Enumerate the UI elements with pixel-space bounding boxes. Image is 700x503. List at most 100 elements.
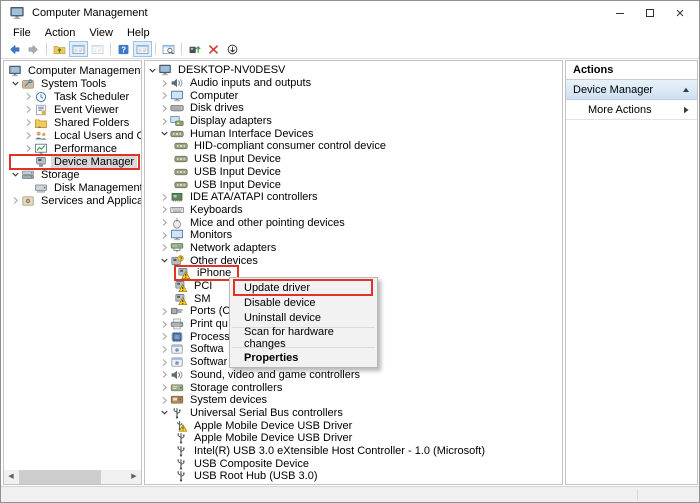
- expander-collapsed-icon[interactable]: [23, 92, 34, 101]
- device-tree-item-human-interface-devices[interactable]: Human Interface Devices: [145, 127, 562, 140]
- expander-collapsed-icon[interactable]: [23, 144, 34, 153]
- device-tree-item-label: PCI: [191, 280, 215, 292]
- console-tree-item-computer-management-local[interactable]: Computer Management (Local: [4, 64, 141, 77]
- device-tree-item-hid-compliant-consumer-control-device[interactable]: HID-compliant consumer control device: [145, 140, 562, 153]
- device-tree-item-display-adapters[interactable]: Display adapters: [145, 115, 562, 128]
- console-tree-item-event-viewer[interactable]: Event Viewer: [4, 103, 141, 116]
- expander-expanded-icon[interactable]: [159, 256, 170, 265]
- device-tree-item-audio-inputs-and-outputs[interactable]: Audio inputs and outputs: [145, 77, 562, 90]
- actions-section-device-manager[interactable]: Device Manager: [566, 80, 697, 100]
- warn-device-icon: [174, 280, 188, 292]
- expander-collapsed-icon[interactable]: [159, 193, 170, 202]
- console-tree-item-performance[interactable]: Performance: [4, 142, 141, 155]
- device-tree-item-usb-input-device[interactable]: USB Input Device: [145, 153, 562, 166]
- device-tree-item-system-devices[interactable]: System devices: [145, 394, 562, 407]
- device-tree-item-apple-mobile-device-usb-driver[interactable]: Apple Mobile Device USB Driver: [145, 432, 562, 445]
- expander-expanded-icon[interactable]: [147, 66, 158, 75]
- console-tree-item-storage[interactable]: Storage: [4, 168, 141, 181]
- device-tree-item-usb-input-device[interactable]: USB Input Device: [145, 178, 562, 191]
- up-one-level-button[interactable]: [50, 41, 69, 57]
- left-pane-hscrollbar[interactable]: ◀ ▶: [4, 470, 141, 484]
- device-tree-item-apple-mobile-device-usb-driver[interactable]: Apple Mobile Device USB Driver: [145, 419, 562, 432]
- console-window-button[interactable]: [159, 41, 178, 57]
- maximize-button[interactable]: [635, 1, 665, 25]
- expander-collapsed-icon[interactable]: [159, 205, 170, 214]
- update-driver-button[interactable]: [185, 41, 204, 57]
- disable-device-button[interactable]: [223, 41, 242, 57]
- collapse-section-icon[interactable]: [682, 86, 690, 94]
- expander-collapsed-icon[interactable]: [159, 370, 170, 379]
- expander-collapsed-icon[interactable]: [23, 105, 34, 114]
- console-tree-item-services-and-applications[interactable]: Services and Applications: [4, 194, 141, 207]
- expander-collapsed-icon[interactable]: [23, 118, 34, 127]
- scroll-left-arrow[interactable]: ◀: [4, 470, 18, 484]
- show-action-pane-toggle[interactable]: [133, 41, 152, 57]
- expander-collapsed-icon[interactable]: [159, 91, 170, 100]
- titlebar[interactable]: Computer Management: [1, 1, 699, 25]
- console-tree-item-local-users-and-groups[interactable]: Local Users and Groups: [4, 129, 141, 142]
- expander-collapsed-icon[interactable]: [159, 231, 170, 240]
- expander-expanded-icon[interactable]: [10, 79, 21, 88]
- expander-collapsed-icon[interactable]: [159, 243, 170, 252]
- device-tree-item-sound-video-and-game-controllers[interactable]: Sound, video and game controllers: [145, 369, 562, 382]
- device-tree-item-mice-and-other-pointing-devices[interactable]: Mice and other pointing devices: [145, 216, 562, 229]
- expander-collapsed-icon[interactable]: [159, 383, 170, 392]
- expander-collapsed-icon[interactable]: [159, 117, 170, 126]
- scroll-right-arrow[interactable]: ▶: [127, 470, 141, 484]
- context-menu-item-properties[interactable]: Properties: [230, 350, 377, 365]
- device-tree-item-desktop-nv0desv[interactable]: DESKTOP-NV0DESV: [145, 64, 562, 77]
- expander-collapsed-icon[interactable]: [159, 396, 170, 405]
- back-button[interactable]: [5, 41, 24, 57]
- expander-collapsed-icon[interactable]: [159, 332, 170, 341]
- forward-button[interactable]: [24, 41, 43, 57]
- computer-management-window: Computer Management FileActionViewHelp ?…: [0, 0, 700, 503]
- context-menu-item-scan-for-hardware-changes[interactable]: Scan for hardware changes: [230, 330, 377, 345]
- menu-view[interactable]: View: [82, 25, 120, 40]
- context-menu-item-update-driver[interactable]: Update driver: [230, 280, 377, 295]
- uninstall-device-button[interactable]: [204, 41, 223, 57]
- device-tree-item-usb-composite-device[interactable]: USB Composite Device: [145, 457, 562, 470]
- console-tree-item-shared-folders[interactable]: Shared Folders: [4, 116, 141, 129]
- device-tree-item-keyboards[interactable]: Keyboards: [145, 204, 562, 217]
- expander-collapsed-icon[interactable]: [159, 345, 170, 354]
- device-tree-item-universal-serial-bus-controllers[interactable]: Universal Serial Bus controllers: [145, 407, 562, 420]
- device-tree-item-ide-ata-atapi-controllers[interactable]: IDE ATA/ATAPI controllers: [145, 191, 562, 204]
- device-tree-item-computer[interactable]: Computer: [145, 89, 562, 102]
- device-tree-item-monitors[interactable]: Monitors: [145, 229, 562, 242]
- console-tree-item-system-tools[interactable]: System Tools: [4, 77, 141, 90]
- show-console-tree-toggle[interactable]: [69, 41, 88, 57]
- menu-help[interactable]: Help: [120, 25, 157, 40]
- menu-action[interactable]: Action: [38, 25, 83, 40]
- expander-collapsed-icon[interactable]: [159, 218, 170, 227]
- expander-expanded-icon[interactable]: [159, 129, 170, 138]
- device-tree-item-disk-drives[interactable]: Disk drives: [145, 102, 562, 115]
- expander-collapsed-icon[interactable]: [159, 307, 170, 316]
- device-tree-item-intel-r-usb-3-0-extensible-host-controller[interactable]: Intel(R) USB 3.0 eXtensible Host Control…: [145, 445, 562, 458]
- expander-collapsed-icon[interactable]: [159, 79, 170, 88]
- usb-warn-icon: [174, 420, 188, 432]
- console-tree-item-task-scheduler[interactable]: Task Scheduler: [4, 90, 141, 103]
- expander-collapsed-icon[interactable]: [159, 104, 170, 113]
- device-tree-item-label: Monitors: [187, 229, 235, 241]
- context-menu-item-disable-device[interactable]: Disable device: [230, 295, 377, 310]
- more-actions-item[interactable]: More Actions: [566, 100, 697, 120]
- close-button[interactable]: [665, 1, 695, 25]
- context-menu-item-uninstall-device[interactable]: Uninstall device: [230, 310, 377, 325]
- console-tree-item-disk-management[interactable]: Disk Management: [4, 181, 141, 194]
- expander-collapsed-icon[interactable]: [159, 320, 170, 329]
- device-tree-item-label: USB Input Device: [191, 179, 284, 191]
- device-tree-item-usb-root-hub-usb-3-0[interactable]: USB Root Hub (USB 3.0): [145, 470, 562, 483]
- help-button[interactable]: ?: [114, 41, 133, 57]
- menu-file[interactable]: File: [6, 25, 38, 40]
- expander-expanded-icon[interactable]: [159, 408, 170, 417]
- device-tree-item-network-adapters[interactable]: Network adapters: [145, 242, 562, 255]
- expander-collapsed-icon[interactable]: [159, 358, 170, 367]
- expander-collapsed-icon[interactable]: [23, 131, 34, 140]
- minimize-button[interactable]: [605, 1, 635, 25]
- expander-collapsed-icon[interactable]: [10, 196, 21, 205]
- console-tree-item-device-manager[interactable]: Device Manager: [4, 155, 141, 168]
- scrollbar-thumb[interactable]: [19, 470, 101, 484]
- expander-expanded-icon[interactable]: [10, 170, 21, 179]
- device-tree-item-usb-input-device[interactable]: USB Input Device: [145, 166, 562, 179]
- device-tree-item-storage-controllers[interactable]: Storage controllers: [145, 381, 562, 394]
